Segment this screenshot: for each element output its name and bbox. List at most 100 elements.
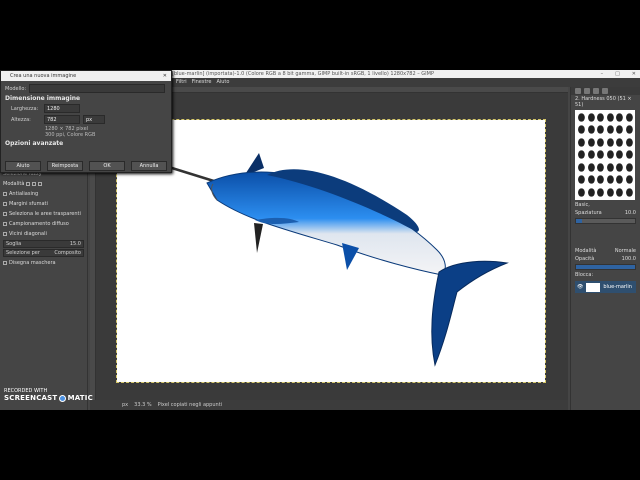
mode-add-icon[interactable] — [32, 182, 37, 186]
maximize-button[interactable]: □ — [615, 70, 620, 78]
transparent-checkbox[interactable] — [3, 212, 7, 216]
brush-preview[interactable] — [578, 150, 585, 160]
brush-preview[interactable] — [597, 138, 604, 147]
brush-preview[interactable] — [625, 138, 632, 147]
brush-preview[interactable] — [578, 113, 585, 122]
screencast-watermark: RECORDED WITH SCREENCAST MATIC — [4, 388, 93, 402]
patterns-tab-icon[interactable] — [584, 88, 590, 94]
spacing-slider[interactable]: Spaziatura 10.0 — [571, 209, 640, 217]
brush-preview[interactable] — [616, 150, 623, 160]
antialias-option[interactable]: Antialiasing — [0, 189, 87, 199]
brush-preview[interactable] — [606, 150, 613, 160]
brush-preview[interactable] — [587, 175, 594, 185]
unit-dropdown[interactable]: px — [83, 115, 105, 124]
height-label: Altezza: — [11, 116, 31, 123]
menu-help[interactable]: Aiuto — [216, 78, 229, 87]
brush-preview[interactable] — [597, 113, 604, 122]
threshold-slider[interactable]: Soglia 15.0 — [3, 240, 84, 248]
brush-preview[interactable] — [597, 175, 604, 185]
cancel-button[interactable]: Annulla — [131, 161, 167, 171]
brush-preview[interactable] — [625, 163, 632, 172]
sample-merged-checkbox[interactable] — [3, 222, 7, 226]
mode-subtract-icon[interactable] — [38, 182, 43, 186]
new-image-dialog: Crea una nuova immagine ✕ Modello: Dimen… — [0, 70, 172, 173]
brush-preview[interactable] — [616, 125, 623, 135]
layer-row[interactable]: 👁 blue-marlin — [575, 281, 636, 293]
width-input[interactable]: 1280 — [44, 104, 80, 113]
resolution-info: 300 ppi, Colore RGB — [45, 132, 96, 138]
layer-mode-dropdown[interactable]: Modalità Normale — [571, 247, 640, 255]
height-input[interactable]: 782 — [44, 115, 80, 124]
unit-selector[interactable]: px — [122, 400, 128, 410]
brush-preview[interactable] — [578, 187, 585, 197]
brush-preview[interactable] — [616, 138, 623, 147]
mode-label: Modalità — [3, 181, 25, 187]
draw-mask-checkbox[interactable] — [3, 261, 7, 265]
eye-icon[interactable]: 👁 — [577, 284, 583, 290]
advanced-options-expander[interactable]: Opzioni avanzate — [5, 140, 167, 147]
brush-preview[interactable] — [606, 187, 613, 197]
template-dropdown[interactable] — [29, 84, 166, 93]
brush-preview[interactable] — [616, 163, 623, 172]
brush-preview[interactable] — [578, 138, 585, 147]
brush-preview[interactable] — [597, 150, 604, 160]
transparent-option[interactable]: Seleziona le aree trasparenti — [0, 209, 87, 219]
brush-preview[interactable] — [606, 125, 613, 135]
sample-merged-option[interactable]: Campionamento diffuso — [0, 219, 87, 229]
diagonal-option[interactable]: Vicini diagonali — [0, 229, 87, 239]
brush-preview[interactable] — [616, 113, 623, 122]
close-window-button[interactable]: ✕ — [632, 70, 636, 78]
brush-preview[interactable] — [587, 113, 594, 122]
image-canvas[interactable] — [116, 119, 546, 383]
brush-preview[interactable] — [616, 175, 623, 185]
brush-preview[interactable] — [578, 125, 585, 135]
zoom-selector[interactable]: 33.3 % — [134, 400, 151, 410]
ok-button[interactable]: OK — [89, 161, 125, 171]
screencast-logo-icon — [58, 395, 66, 402]
brush-preview[interactable] — [625, 113, 632, 122]
brush-preview[interactable] — [597, 163, 604, 172]
dialog-title-bar: Crea una nuova immagine ✕ — [1, 71, 171, 81]
brush-preview[interactable] — [625, 175, 632, 185]
brush-preview[interactable] — [587, 187, 594, 197]
mode-replace-icon[interactable] — [26, 182, 31, 186]
brush-preview[interactable] — [597, 187, 604, 197]
brush-preview[interactable] — [597, 125, 604, 135]
brush-preview[interactable] — [625, 187, 632, 197]
draw-mask-option[interactable]: Disegna maschera — [0, 258, 87, 268]
reset-button[interactable]: Reimposta — [47, 161, 83, 171]
diagonal-checkbox[interactable] — [3, 232, 7, 236]
brush-grid[interactable] — [575, 110, 635, 200]
feather-expander-icon[interactable] — [3, 202, 7, 206]
brush-preview[interactable] — [578, 175, 585, 185]
brush-preview[interactable] — [625, 125, 632, 135]
window-title: [blue-marlin] (importata)-1.0 (Colore RG… — [172, 71, 434, 77]
brush-preview[interactable] — [606, 138, 613, 147]
gimp-window: [blue-marlin] (importata)-1.0 (Colore RG… — [0, 70, 640, 410]
fonts-tab-icon[interactable] — [593, 88, 599, 94]
select-by-dropdown[interactable]: Selezione per Composito — [3, 249, 84, 257]
brush-preview[interactable] — [606, 163, 613, 172]
layer-thumbnail — [586, 282, 601, 292]
brush-preview[interactable] — [625, 150, 632, 160]
brush-preview[interactable] — [587, 163, 594, 172]
opacity-slider[interactable]: Opacità 100.0 — [571, 255, 640, 263]
brushes-tab-icon[interactable] — [575, 88, 581, 94]
history-tab-icon[interactable] — [602, 88, 608, 94]
minimize-button[interactable]: – — [601, 70, 604, 78]
brush-preview[interactable] — [587, 125, 594, 135]
brush-preview[interactable] — [616, 187, 623, 197]
menu-windows[interactable]: Finestre — [192, 78, 212, 87]
brush-preview[interactable] — [606, 113, 613, 122]
brush-tag-field[interactable]: Basic, — [571, 201, 640, 209]
brush-preview[interactable] — [587, 138, 594, 147]
brush-preview[interactable] — [606, 175, 613, 185]
menu-filters[interactable]: Filtri — [176, 78, 187, 87]
dialog-close-icon[interactable]: ✕ — [163, 71, 167, 81]
brush-preview[interactable] — [587, 150, 594, 160]
feather-option[interactable]: Margini sfumati — [0, 199, 87, 209]
brush-preview[interactable] — [578, 163, 585, 172]
help-button[interactable]: Aiuto — [5, 161, 41, 171]
dock-tabs — [571, 87, 640, 95]
antialias-checkbox[interactable] — [3, 192, 7, 196]
